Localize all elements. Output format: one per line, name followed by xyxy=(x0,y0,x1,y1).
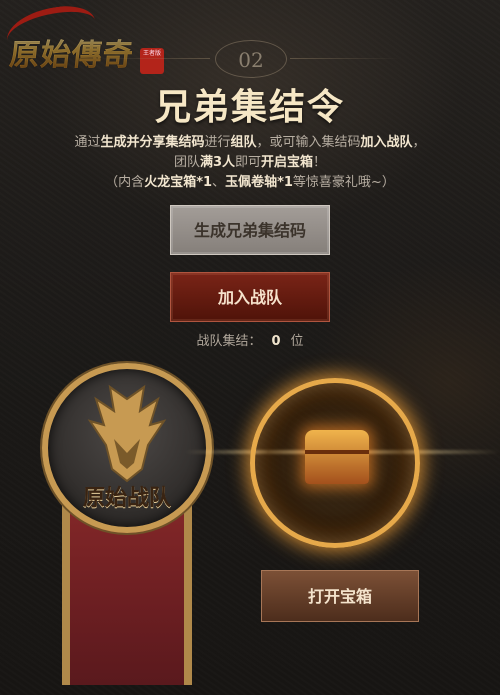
divider-left xyxy=(100,58,210,59)
desc-text: 即可 xyxy=(235,155,262,170)
desc-text: ！ xyxy=(313,155,327,170)
desc-text: 团队 xyxy=(173,155,200,170)
logo-seal: 王者版 xyxy=(140,48,164,74)
description-line-3: （内含火龙宝箱*1、玉佩卷轴*1等惊喜豪礼哦~） xyxy=(20,173,480,193)
desc-text: 等惊喜豪礼哦~） xyxy=(292,175,395,190)
treasure-chest-icon xyxy=(305,430,369,484)
logo-text: 原始傳奇 xyxy=(8,30,137,74)
game-logo: 原始傳奇 王者版 xyxy=(3,1,166,80)
team-count-value: 0 xyxy=(271,334,281,349)
description: 通过生成并分享集结码进行组队，或可输入集结码加入战队， 团队满3人即可开启宝箱！… xyxy=(20,133,480,193)
team-count-unit: 位 xyxy=(290,334,304,349)
section-number: 02 xyxy=(215,40,287,78)
desc-text: ，或可输入集结码 xyxy=(256,135,361,150)
desc-text: 、 xyxy=(212,175,226,190)
generate-code-button[interactable]: 生成兄弟集结码 xyxy=(170,205,330,255)
desc-text: 进行 xyxy=(204,135,231,150)
page-title: 兄弟集结令 xyxy=(154,87,345,128)
desc-highlight: 满3人 xyxy=(199,155,235,170)
description-line-2: 团队满3人即可开启宝箱！ xyxy=(20,153,480,173)
divider-right xyxy=(290,58,400,59)
desc-text: ， xyxy=(412,135,426,150)
team-emblem-label: 原始战队 xyxy=(82,485,171,511)
desc-highlight: 开启宝箱 xyxy=(261,155,314,170)
desc-text: 通过 xyxy=(74,135,101,150)
description-line-1: 通过生成并分享集结码进行组队，或可输入集结码加入战队， xyxy=(20,133,480,153)
team-count: 战队集结： 0 位 xyxy=(0,330,500,349)
desc-text: （内含 xyxy=(105,175,145,190)
desc-highlight: 玉佩卷轴*1 xyxy=(225,175,293,190)
open-chest-button[interactable]: 打开宝箱 xyxy=(261,570,419,622)
team-count-label: 战队集结： xyxy=(196,334,262,349)
desc-highlight: 加入战队 xyxy=(360,135,413,150)
desc-highlight: 组队 xyxy=(230,135,257,150)
desc-highlight: 生成并分享集结码 xyxy=(100,135,205,150)
join-team-button[interactable]: 加入战队 xyxy=(170,272,330,322)
desc-highlight: 火龙宝箱*1 xyxy=(144,175,213,190)
